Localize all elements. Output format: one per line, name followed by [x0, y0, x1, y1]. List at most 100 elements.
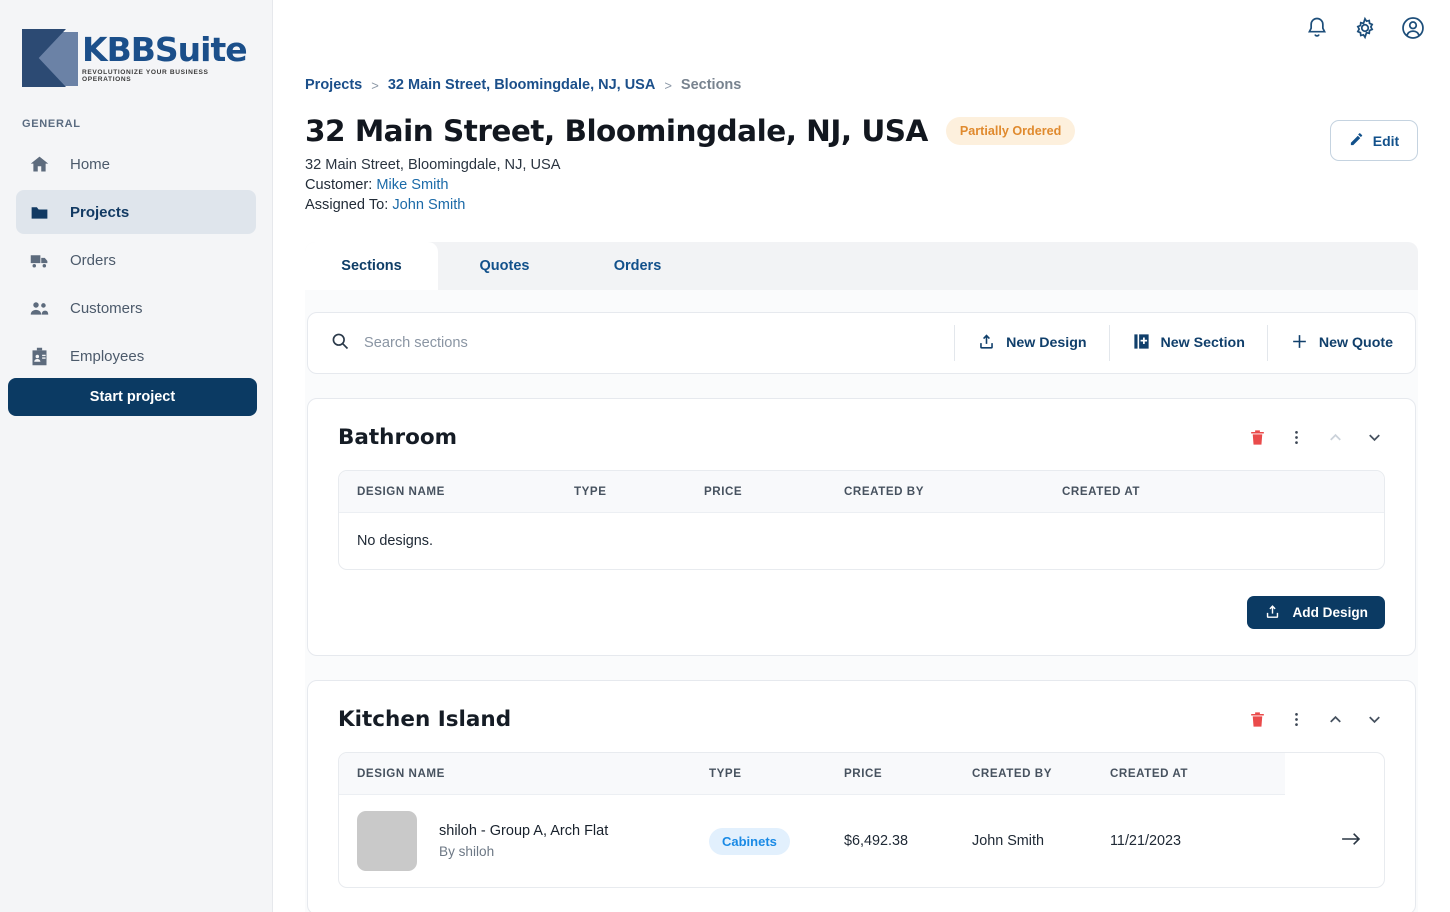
section-actions [1246, 427, 1385, 449]
logo[interactable]: KBBSuite REVOLUTIONIZE YOUR BUSINESS OPE… [0, 0, 272, 94]
page-title: 32 Main Street, Bloomingdale, NJ, USA [305, 114, 928, 148]
breadcrumb-projects[interactable]: Projects [305, 77, 362, 93]
logo-name: KBBSuite [82, 33, 247, 66]
new-design-label: New Design [1006, 335, 1086, 351]
section-footer: Add Design [338, 596, 1385, 629]
table-body: No designs. [339, 513, 1384, 569]
sidebar-item-customers[interactable]: Customers [16, 286, 256, 330]
sidebar-item-employees[interactable]: Employees [16, 334, 256, 378]
section-actions [1246, 709, 1385, 731]
design-name-text: shiloh - Group A, Arch Flat [439, 823, 608, 839]
cell-type: Cabinets [709, 795, 844, 887]
sidebar-item-label: Home [70, 156, 110, 173]
section-card-kitchen-island: Kitchen Island [307, 680, 1416, 912]
add-design-button[interactable]: Add Design [1247, 596, 1385, 629]
table-header: DESIGN NAME TYPE PRICE CREATED BY CREATE… [339, 753, 1384, 795]
add-design-label: Add Design [1292, 605, 1368, 620]
assigned-label: Assigned To: [305, 197, 388, 213]
search-icon [330, 331, 350, 356]
assigned-name-link[interactable]: John Smith [392, 197, 465, 213]
status-badge: Partially Ordered [946, 117, 1076, 145]
table-header-row: DESIGN NAME TYPE PRICE CREATED BY CREATE… [339, 753, 1384, 795]
move-section-up-icon[interactable] [1324, 427, 1346, 449]
tab-sections[interactable]: Sections [305, 242, 438, 290]
cell-open-design[interactable] [1285, 795, 1384, 887]
truck-icon [28, 249, 50, 271]
sidebar-item-orders[interactable]: Orders [16, 238, 256, 282]
new-quote-label: New Quote [1319, 335, 1393, 351]
sections-toolbar: New Design New Section New Quote [307, 312, 1416, 374]
move-section-down-icon[interactable] [1363, 427, 1385, 449]
tab-orders[interactable]: Orders [571, 242, 704, 290]
sidebar-item-projects[interactable]: Projects [16, 190, 256, 234]
type-badge: Cabinets [709, 828, 790, 855]
sidebar: KBBSuite REVOLUTIONIZE YOUR BUSINESS OPE… [0, 0, 273, 912]
home-icon [28, 153, 50, 175]
col-type: TYPE [709, 753, 844, 795]
sidebar-item-label: Customers [70, 300, 143, 317]
sidebar-item-label: Employees [70, 348, 144, 365]
plus-icon [1290, 332, 1309, 355]
breadcrumb-project[interactable]: 32 Main Street, Bloomingdale, NJ, USA [388, 77, 656, 93]
new-section-label: New Section [1161, 335, 1245, 351]
designs-table: DESIGN NAME TYPE PRICE CREATED BY CREATE… [338, 470, 1385, 570]
breadcrumb: Projects > 32 Main Street, Bloomingdale,… [305, 77, 1418, 93]
section-menu-icon[interactable] [1285, 427, 1307, 449]
arrow-right-icon [1340, 835, 1362, 851]
col-price: PRICE [704, 471, 844, 513]
gear-icon[interactable] [1352, 15, 1378, 41]
customer-line: Customer: Mike Smith [305, 177, 1418, 193]
cell-design-name: shiloh - Group A, Arch Flat By shiloh [339, 795, 709, 887]
edit-button[interactable]: Edit [1330, 120, 1418, 161]
breadcrumb-separator: > [371, 78, 379, 93]
upload-icon [977, 332, 996, 355]
upload-icon [1264, 603, 1281, 623]
tab-panel-sections: New Design New Section New Quote [305, 290, 1418, 912]
tab-quotes[interactable]: Quotes [438, 242, 571, 290]
design-thumbnail [357, 811, 417, 871]
new-design-button[interactable]: New Design [954, 325, 1108, 361]
sidebar-item-label: Orders [70, 252, 116, 269]
col-created-by: CREATED BY [972, 753, 1110, 795]
user-avatar-icon[interactable] [1400, 15, 1426, 41]
app-root: KBBSuite REVOLUTIONIZE YOUR BUSINESS OPE… [0, 0, 1450, 912]
table-header-row: DESIGN NAME TYPE PRICE CREATED BY CREATE… [339, 471, 1384, 513]
search-input[interactable] [364, 335, 954, 351]
table-empty-row: No designs. [339, 513, 1384, 569]
section-title: Bathroom [338, 425, 457, 450]
sidebar-item-home[interactable]: Home [16, 142, 256, 186]
search-zone [308, 313, 954, 373]
page-content: Projects > 32 Main Street, Bloomingdale,… [273, 77, 1450, 912]
delete-section-icon[interactable] [1246, 709, 1268, 731]
customer-label: Customer: [305, 177, 372, 193]
cell-price: $6,492.38 [844, 795, 972, 887]
delete-section-icon[interactable] [1246, 427, 1268, 449]
section-header: Bathroom [338, 425, 1385, 450]
logo-mark-icon [22, 29, 80, 87]
customer-name-link[interactable]: Mike Smith [376, 177, 448, 193]
sidebar-item-label: Projects [70, 204, 129, 221]
assigned-line: Assigned To: John Smith [305, 197, 1418, 213]
folder-icon [28, 201, 50, 223]
breadcrumb-current: Sections [681, 77, 741, 93]
move-section-down-icon[interactable] [1363, 709, 1385, 731]
bell-icon[interactable] [1304, 15, 1330, 41]
move-section-up-icon[interactable] [1324, 709, 1346, 731]
table-row[interactable]: shiloh - Group A, Arch Flat By shiloh Ca… [339, 795, 1384, 887]
main-content: Projects > 32 Main Street, Bloomingdale,… [273, 0, 1450, 912]
new-section-button[interactable]: New Section [1109, 325, 1267, 361]
breadcrumb-separator: > [664, 78, 672, 93]
top-bar [273, 0, 1450, 56]
start-project-button[interactable]: Start project [8, 378, 257, 416]
pencil-icon [1349, 132, 1364, 150]
col-created-at: CREATED AT [1062, 471, 1384, 513]
cell-created-at: 11/21/2023 [1110, 795, 1285, 887]
title-row: 32 Main Street, Bloomingdale, NJ, USA Pa… [305, 114, 1418, 148]
col-design-name: DESIGN NAME [339, 753, 709, 795]
cell-created-by: John Smith [972, 795, 1110, 887]
new-quote-button[interactable]: New Quote [1267, 325, 1415, 361]
add-section-icon [1132, 332, 1151, 355]
logo-tagline: REVOLUTIONIZE YOUR BUSINESS OPERATIONS [82, 69, 247, 83]
section-menu-icon[interactable] [1285, 709, 1307, 731]
section-header: Kitchen Island [338, 707, 1385, 732]
